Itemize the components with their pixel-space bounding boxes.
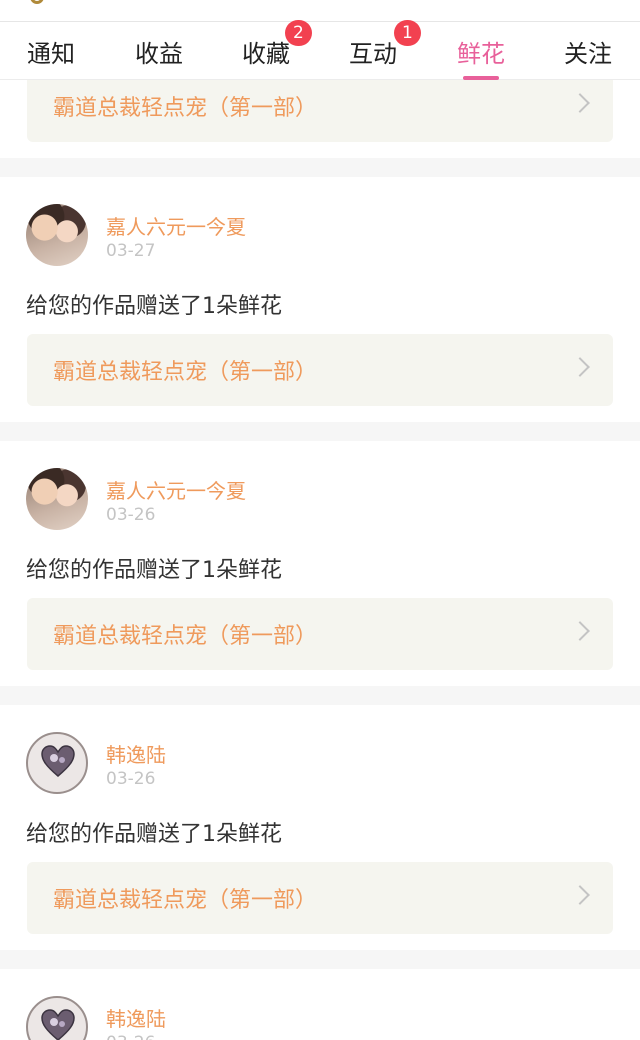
list-item: 嘉人六元一今夏 03-27 给您的作品赠送了1朵鲜花 霸道总裁轻点宠（第一部）: [0, 177, 640, 422]
chevron-right-icon: [570, 621, 590, 641]
app-icon: [30, 0, 44, 4]
work-link[interactable]: 霸道总裁轻点宠（第一部）: [27, 80, 613, 142]
tab-label: 鲜花: [457, 40, 505, 68]
status-edge: [0, 0, 640, 22]
timestamp: 03-27: [106, 241, 156, 261]
flower-feed: 霸道总裁轻点宠（第一部） 嘉人六元一今夏 03-27 给您的作品赠送了1朵鲜花 …: [0, 80, 640, 1040]
interactions-badge: 1: [394, 20, 421, 46]
work-title: 霸道总裁轻点宠（第一部）: [53, 624, 318, 649]
tab-earnings[interactable]: 收益: [114, 34, 204, 69]
heart-avatar-icon: [41, 1009, 75, 1040]
work-link[interactable]: 霸道总裁轻点宠（第一部）: [27, 862, 613, 934]
username[interactable]: 嘉人六元一今夏: [106, 475, 246, 504]
gift-message: 给您的作品赠送了1朵鲜花: [26, 558, 282, 583]
work-link[interactable]: 霸道总裁轻点宠（第一部）: [27, 598, 613, 670]
top-bar: 通知 收益 收藏 2 互动 1 鲜花 关注: [0, 0, 640, 80]
avatar[interactable]: [26, 468, 88, 530]
chevron-right-icon: [570, 93, 590, 113]
favorites-badge: 2: [285, 20, 312, 46]
tab-label: 通知: [27, 40, 75, 68]
tab-bar: 通知 收益 收藏 2 互动 1 鲜花 关注: [0, 20, 640, 80]
tab-interactions[interactable]: 互动 1: [328, 20, 421, 69]
tab-label: 收益: [135, 40, 183, 68]
tab-favorites[interactable]: 收藏 2: [221, 20, 312, 69]
tab-following[interactable]: 关注: [543, 34, 633, 69]
username[interactable]: 韩逸陆: [106, 1003, 166, 1032]
timestamp: 03-26: [106, 505, 156, 525]
work-title: 霸道总裁轻点宠（第一部）: [53, 96, 318, 121]
chevron-right-icon: [570, 357, 590, 377]
active-tab-indicator: [463, 76, 499, 80]
chevron-right-icon: [570, 885, 590, 905]
username[interactable]: 韩逸陆: [106, 739, 166, 768]
heart-avatar-icon: [41, 745, 75, 777]
gift-message: 给您的作品赠送了1朵鲜花: [26, 294, 282, 319]
list-item: 霸道总裁轻点宠（第一部）: [0, 80, 640, 158]
work-title: 霸道总裁轻点宠（第一部）: [53, 888, 318, 913]
tab-flowers[interactable]: 鲜花: [436, 34, 526, 80]
avatar[interactable]: [26, 204, 88, 266]
work-title: 霸道总裁轻点宠（第一部）: [53, 360, 318, 385]
avatar[interactable]: [26, 996, 88, 1040]
timestamp: 03-26: [106, 1033, 155, 1040]
tab-notifications[interactable]: 通知: [6, 34, 96, 69]
timestamp: 03-26: [106, 769, 156, 789]
list-item: 嘉人六元一今夏 03-26 给您的作品赠送了1朵鲜花 霸道总裁轻点宠（第一部）: [0, 441, 640, 686]
list-item: 韩逸陆 03-26 给您的作品赠送了1朵鲜花 霸道总裁轻点宠（第一部）: [0, 705, 640, 950]
username[interactable]: 嘉人六元一今夏: [106, 211, 246, 240]
work-link[interactable]: 霸道总裁轻点宠（第一部）: [27, 334, 613, 406]
gift-message: 给您的作品赠送了1朵鲜花: [26, 822, 282, 847]
tab-label: 收藏: [242, 40, 290, 68]
tab-label: 关注: [564, 40, 612, 68]
tab-label: 互动: [349, 40, 397, 68]
list-item: 韩逸陆 03-26: [0, 969, 640, 1040]
avatar[interactable]: [26, 732, 88, 794]
